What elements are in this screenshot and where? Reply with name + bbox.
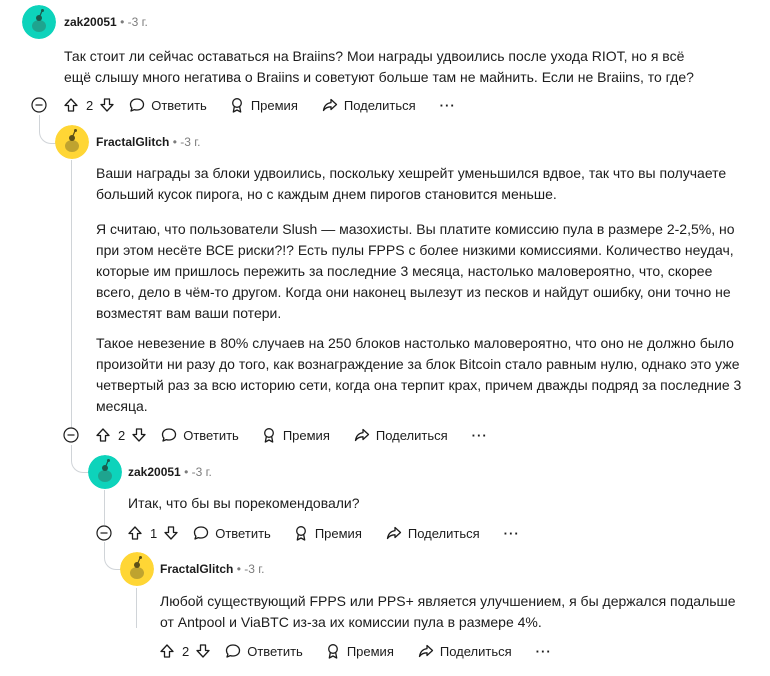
username[interactable]: FractalGlitch — [96, 135, 169, 149]
thread-connector — [71, 445, 90, 473]
more-options-button[interactable]: ··· — [504, 526, 520, 541]
vote-count: 2 — [86, 97, 94, 113]
award-icon — [327, 644, 338, 659]
vote-count: 2 — [118, 427, 126, 443]
username[interactable]: FractalGlitch — [160, 562, 233, 576]
timestamp[interactable]: -3 г. — [180, 135, 200, 149]
share-icon — [354, 428, 370, 442]
award-button[interactable]: Премия — [325, 643, 394, 659]
comment-paragraph: Я считаю, что пользователи Slush — мазох… — [96, 221, 735, 321]
award-icon — [295, 526, 306, 541]
comment-header: FractalGlitch • -3 г. — [96, 135, 201, 149]
award-icon — [231, 98, 242, 113]
more-options-button[interactable]: ··· — [472, 428, 488, 443]
action-bar: 2 Ответить Премия Поделиться ··· — [63, 94, 456, 116]
comment-header: zak20051 • -3 г. — [64, 15, 148, 29]
comment-bubble-icon — [226, 644, 241, 658]
avatar[interactable] — [120, 552, 154, 586]
action-bar: 2 Ответить Премия Поделиться ··· — [95, 424, 488, 446]
comment-bubble-icon — [194, 526, 209, 540]
award-icon — [263, 428, 274, 443]
share-icon — [386, 526, 402, 540]
vote-count: 2 — [182, 643, 190, 659]
reply-button[interactable]: Ответить — [129, 97, 207, 113]
more-options-button[interactable]: ··· — [536, 644, 552, 659]
upvote-button[interactable] — [127, 525, 143, 541]
comment-paragraph: Ваши награды за блоки удвоились, посколь… — [96, 165, 727, 202]
share-button[interactable]: Поделиться — [354, 427, 448, 443]
downvote-button[interactable] — [131, 427, 147, 443]
avatar[interactable] — [22, 5, 56, 39]
comment-bubble-icon — [130, 98, 145, 112]
share-button[interactable]: Поделиться — [418, 643, 512, 659]
thread-line — [104, 490, 105, 525]
action-bar: 1 Ответить Премия Поделиться ··· — [127, 522, 520, 544]
upvote-button[interactable] — [159, 643, 175, 659]
reply-button[interactable]: Ответить — [161, 427, 239, 443]
collapse-thread-icon[interactable] — [63, 427, 79, 443]
reply-button[interactable]: Ответить — [225, 643, 303, 659]
downvote-icon — [164, 526, 178, 540]
share-icon — [418, 644, 434, 658]
downvote-icon — [100, 98, 114, 112]
timestamp[interactable]: -3 г. — [192, 465, 212, 479]
comment-text: Любой существующий FPPS или PPS+ являетс… — [160, 593, 736, 630]
comment-paragraph: Такое невезение в 80% случаев на 250 бло… — [96, 335, 742, 414]
thread-line — [71, 160, 72, 428]
award-button[interactable]: Премия — [229, 97, 298, 113]
upvote-icon — [128, 526, 142, 540]
collapse-thread-icon[interactable] — [31, 97, 47, 113]
share-button[interactable]: Поделиться — [386, 525, 480, 541]
downvote-icon — [196, 644, 210, 658]
comment-text: Итак, что бы вы порекомендовали? — [128, 495, 360, 511]
comment-header: zak20051 • -3 г. — [128, 465, 212, 479]
reply-button[interactable]: Ответить — [193, 525, 271, 541]
award-button[interactable]: Премия — [261, 427, 330, 443]
username[interactable]: zak20051 — [64, 15, 117, 29]
award-button[interactable]: Премия — [293, 525, 362, 541]
upvote-icon — [64, 98, 78, 112]
username[interactable]: zak20051 — [128, 465, 181, 479]
downvote-button[interactable] — [195, 643, 211, 659]
comment-text: Так стоит ли сейчас оставаться на Braiin… — [64, 48, 694, 85]
upvote-icon — [96, 428, 110, 442]
timestamp[interactable]: -3 г. — [244, 562, 264, 576]
avatar[interactable] — [88, 455, 122, 489]
upvote-icon — [160, 644, 174, 658]
share-button[interactable]: Поделиться — [322, 97, 416, 113]
more-options-button[interactable]: ··· — [440, 98, 456, 113]
collapse-thread-icon[interactable] — [96, 525, 112, 541]
timestamp[interactable]: -3 г. — [128, 15, 148, 29]
share-icon — [322, 98, 338, 112]
comment-bubble-icon — [162, 428, 177, 442]
upvote-button[interactable] — [63, 97, 79, 113]
thread-line — [136, 588, 137, 628]
vote-count: 1 — [150, 525, 158, 541]
downvote-icon — [132, 428, 146, 442]
avatar[interactable] — [55, 125, 89, 159]
comment-header: FractalGlitch • -3 г. — [160, 562, 265, 576]
upvote-button[interactable] — [95, 427, 111, 443]
downvote-button[interactable] — [99, 97, 115, 113]
downvote-button[interactable] — [163, 525, 179, 541]
action-bar: 2 Ответить Премия Поделиться ··· — [159, 640, 552, 662]
